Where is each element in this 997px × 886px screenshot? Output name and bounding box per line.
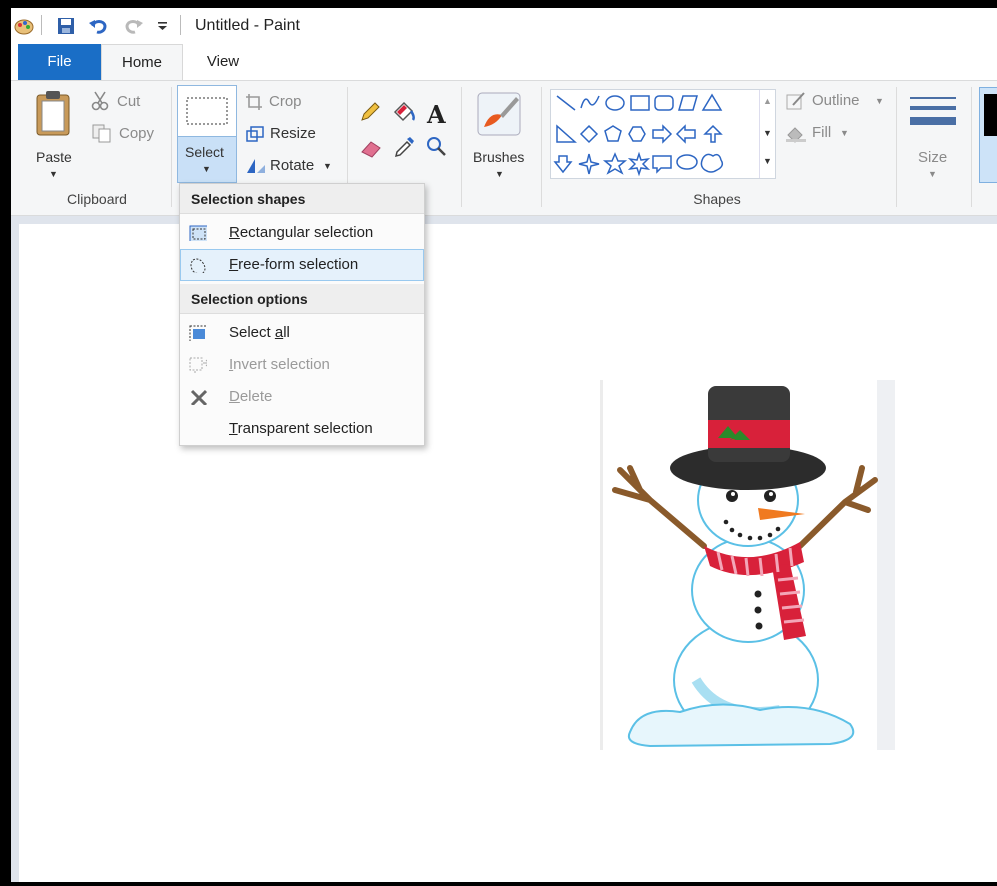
customize-qa-icon[interactable] bbox=[157, 20, 169, 32]
ribbon-home: Paste ▼ Cut Copy Clipboard Select ▼ Crop… bbox=[11, 80, 997, 216]
select-all-label: Select all bbox=[229, 324, 290, 341]
outline-icon bbox=[786, 92, 805, 110]
invert-selection-item[interactable]: Invert selection bbox=[180, 349, 424, 381]
chevron-down-icon: ▼ bbox=[202, 164, 211, 174]
group-label-clipboard: Clipboard bbox=[67, 191, 127, 207]
paint-window: Untitled - Paint File Home View Paste ▼ … bbox=[11, 8, 997, 882]
canvas-left-border bbox=[11, 216, 19, 882]
expand-gallery-icon[interactable]: ▼ bbox=[763, 156, 772, 166]
outline-label: Outline bbox=[812, 92, 860, 109]
tab-file[interactable]: File bbox=[18, 44, 101, 80]
transparent-selection-label: Transparent selection bbox=[229, 420, 373, 437]
free-form-selection-label: Free-form selection bbox=[229, 256, 359, 273]
cut-button[interactable]: Cut bbox=[91, 89, 161, 113]
rectangular-selection-icon bbox=[189, 225, 207, 241]
resize-label: Resize bbox=[270, 125, 316, 142]
text-tool-icon[interactable]: A bbox=[427, 100, 446, 129]
fill-icon bbox=[786, 127, 806, 143]
paste-label: Paste bbox=[36, 149, 72, 165]
chevron-down-icon: ▼ bbox=[495, 169, 504, 179]
color-picker-icon[interactable] bbox=[393, 135, 415, 159]
size-label: Size bbox=[918, 149, 948, 166]
color1-button[interactable] bbox=[979, 87, 997, 183]
tab-home[interactable]: Home bbox=[101, 44, 183, 80]
rectangular-selection-label: Rectangular selection bbox=[229, 224, 374, 241]
crop-button[interactable]: Crop bbox=[245, 91, 325, 113]
scissors-icon bbox=[91, 91, 109, 111]
crop-icon bbox=[246, 94, 262, 110]
ribbon-separator bbox=[896, 87, 897, 207]
ribbon-separator bbox=[541, 87, 542, 207]
group-label-shapes: Shapes bbox=[693, 191, 741, 207]
rotate-label: Rotate bbox=[270, 157, 315, 174]
line-size-icon bbox=[910, 97, 956, 125]
size-button[interactable]: Size ▼ bbox=[904, 87, 962, 183]
crop-label: Crop bbox=[269, 93, 302, 110]
free-form-selection-item[interactable]: Free-form selection bbox=[180, 249, 424, 281]
title-bar: Untitled - Paint bbox=[11, 8, 997, 44]
window-title: Untitled - Paint bbox=[195, 17, 300, 34]
selection-options-header: Selection options bbox=[180, 284, 424, 314]
paint-app-icon[interactable] bbox=[13, 16, 35, 36]
chevron-down-icon: ▼ bbox=[875, 96, 884, 106]
qa-separator bbox=[41, 15, 42, 35]
invert-selection-label: Invert selection bbox=[229, 356, 330, 373]
fill-label: Fill bbox=[812, 124, 832, 141]
fill-bucket-icon[interactable] bbox=[391, 99, 417, 125]
resize-icon bbox=[246, 126, 264, 142]
color1-swatch bbox=[984, 94, 997, 136]
fill-button[interactable]: Fill ▼ bbox=[785, 123, 865, 145]
free-form-selection-icon bbox=[190, 258, 206, 273]
chevron-down-icon: ▼ bbox=[323, 161, 332, 171]
select-all-icon bbox=[189, 325, 207, 341]
outline-button[interactable]: Outline ▼ bbox=[785, 91, 895, 113]
chevron-down-icon: ▼ bbox=[840, 128, 849, 138]
paste-button[interactable]: Paste ▼ bbox=[25, 87, 83, 183]
snowman-image[interactable] bbox=[600, 380, 898, 750]
rectangular-selection-item[interactable]: Rectangular selection bbox=[180, 217, 424, 249]
canvas-top-border bbox=[11, 216, 997, 224]
paste-icon bbox=[36, 91, 70, 136]
tab-view[interactable]: View bbox=[183, 44, 263, 80]
transparent-selection-item[interactable]: Transparent selection bbox=[180, 413, 424, 445]
rotate-button[interactable]: Rotate ▼ bbox=[245, 155, 345, 177]
select-button[interactable]: Select ▼ bbox=[177, 85, 237, 183]
shapes-gallery[interactable]: ▲ ▼ ▼ bbox=[550, 89, 776, 179]
select-label: Select bbox=[185, 144, 224, 160]
eraser-icon[interactable] bbox=[359, 137, 383, 159]
chevron-down-icon: ▼ bbox=[928, 169, 937, 179]
pencil-icon[interactable] bbox=[359, 101, 381, 123]
brush-icon bbox=[477, 92, 521, 136]
ribbon-separator bbox=[461, 87, 462, 207]
rotate-icon bbox=[247, 159, 265, 173]
ribbon-separator bbox=[971, 87, 972, 207]
delete-icon bbox=[190, 389, 207, 405]
select-dropdown-menu: Selection shapes Rectangular selection F… bbox=[179, 183, 425, 446]
selection-shapes-header: Selection shapes bbox=[180, 184, 424, 214]
select-all-item[interactable]: Select all bbox=[180, 317, 424, 349]
copy-icon bbox=[92, 124, 111, 143]
invert-selection-icon bbox=[189, 357, 207, 373]
delete-label: Delete bbox=[229, 388, 273, 405]
brushes-button[interactable]: Brushes ▼ bbox=[469, 87, 533, 183]
rectangular-selection-icon bbox=[186, 97, 228, 125]
chevron-down-icon[interactable]: ▼ bbox=[763, 128, 772, 138]
copy-label: Copy bbox=[119, 125, 155, 142]
delete-item[interactable]: Delete bbox=[180, 381, 424, 413]
chevron-down-icon: ▼ bbox=[49, 169, 58, 179]
chevron-up-icon[interactable]: ▲ bbox=[763, 96, 772, 106]
qa-separator bbox=[180, 15, 181, 35]
brushes-label: Brushes bbox=[473, 149, 525, 165]
shapes-scroll[interactable]: ▲ ▼ ▼ bbox=[759, 90, 776, 178]
ribbon-tabs: File Home View bbox=[11, 44, 997, 80]
shapes-gallery-icons bbox=[553, 93, 724, 177]
undo-icon[interactable] bbox=[88, 16, 110, 36]
redo-icon[interactable] bbox=[122, 16, 144, 36]
ribbon-separator bbox=[171, 87, 172, 207]
save-icon[interactable] bbox=[56, 16, 76, 36]
copy-button[interactable]: Copy bbox=[91, 121, 171, 145]
resize-button[interactable]: Resize bbox=[245, 123, 335, 145]
magnifier-icon[interactable] bbox=[425, 135, 447, 159]
cut-label: Cut bbox=[117, 93, 141, 110]
